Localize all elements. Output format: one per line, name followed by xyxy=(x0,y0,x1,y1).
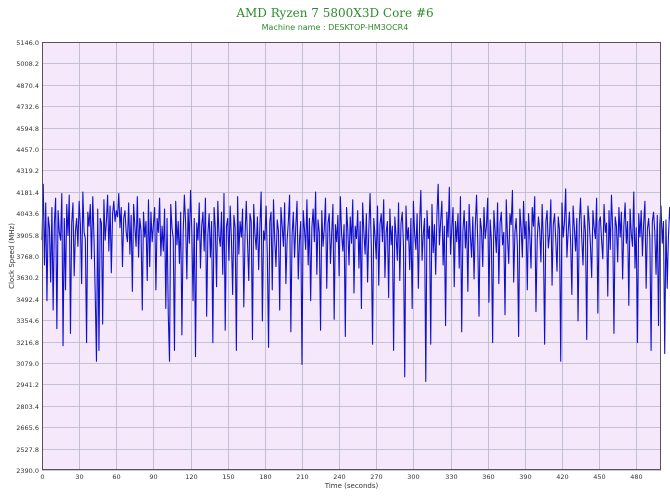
y-tick-label: 3768.0 xyxy=(16,253,39,261)
y-tick-label: 2665.6 xyxy=(16,424,39,432)
x-tick-label: 0 xyxy=(40,473,44,481)
x-tick-label: 150 xyxy=(222,473,234,481)
x-tick-label: 330 xyxy=(445,473,457,481)
x-tick-label: 390 xyxy=(519,473,531,481)
x-tick-label: 120 xyxy=(185,473,197,481)
x-tick-label: 450 xyxy=(593,473,605,481)
x-tick-label: 300 xyxy=(407,473,419,481)
x-tick-label: 30 xyxy=(75,473,83,481)
y-tick-label: 4732.6 xyxy=(16,103,39,111)
y-axis-ticks: 2390.0 2527.8 2665.6 2803.4 2941.2 3079.0 3216… xyxy=(16,39,39,475)
y-tick-label: 2390.0 xyxy=(16,467,39,475)
y-axis-label: Clock Speed (MHz) xyxy=(8,223,16,289)
x-tick-label: 360 xyxy=(482,473,494,481)
y-tick-label: 4870.4 xyxy=(16,82,39,90)
x-tick-label: 180 xyxy=(259,473,271,481)
y-tick-label: 3216.8 xyxy=(16,339,39,347)
x-tick-label: 480 xyxy=(630,473,642,481)
x-tick-label: 270 xyxy=(370,473,382,481)
x-tick-label: 90 xyxy=(149,473,157,481)
y-tick-label: 2803.4 xyxy=(16,403,39,411)
y-tick-label: 4594.8 xyxy=(16,125,39,133)
y-tick-label: 3905.8 xyxy=(16,232,39,240)
y-tick-label: 4043.6 xyxy=(16,210,39,218)
y-tick-label: 4457.0 xyxy=(16,146,39,154)
y-tick-label: 5146.0 xyxy=(16,39,39,47)
y-tick-label: 3354.6 xyxy=(16,317,39,325)
x-tick-label: 60 xyxy=(112,473,120,481)
grid-lines xyxy=(42,42,661,471)
y-tick-label: 2941.2 xyxy=(16,381,39,389)
y-tick-label: 3079.0 xyxy=(16,360,39,368)
x-axis-label: Time (seconds) xyxy=(324,482,379,490)
y-tick-label: 3630.2 xyxy=(16,274,39,282)
x-tick-label: 210 xyxy=(296,473,308,481)
clock-speed-chart: 2390.0 2527.8 2665.6 2803.4 2941.2 3079.0 3216… xyxy=(8,39,670,490)
y-tick-label: 4181.4 xyxy=(16,189,39,197)
y-tick-label: 5008.2 xyxy=(16,60,39,68)
x-axis-ticks: 0 30 60 90 120 150 180 210 240 270 300 330 360 390 420… xyxy=(40,473,642,481)
y-tick-label: 3492.4 xyxy=(16,296,39,304)
y-tick-label: 2527.8 xyxy=(16,446,39,454)
x-tick-label: 420 xyxy=(556,473,568,481)
x-tick-label: 240 xyxy=(333,473,345,481)
y-tick-label: 4319.2 xyxy=(16,167,39,175)
